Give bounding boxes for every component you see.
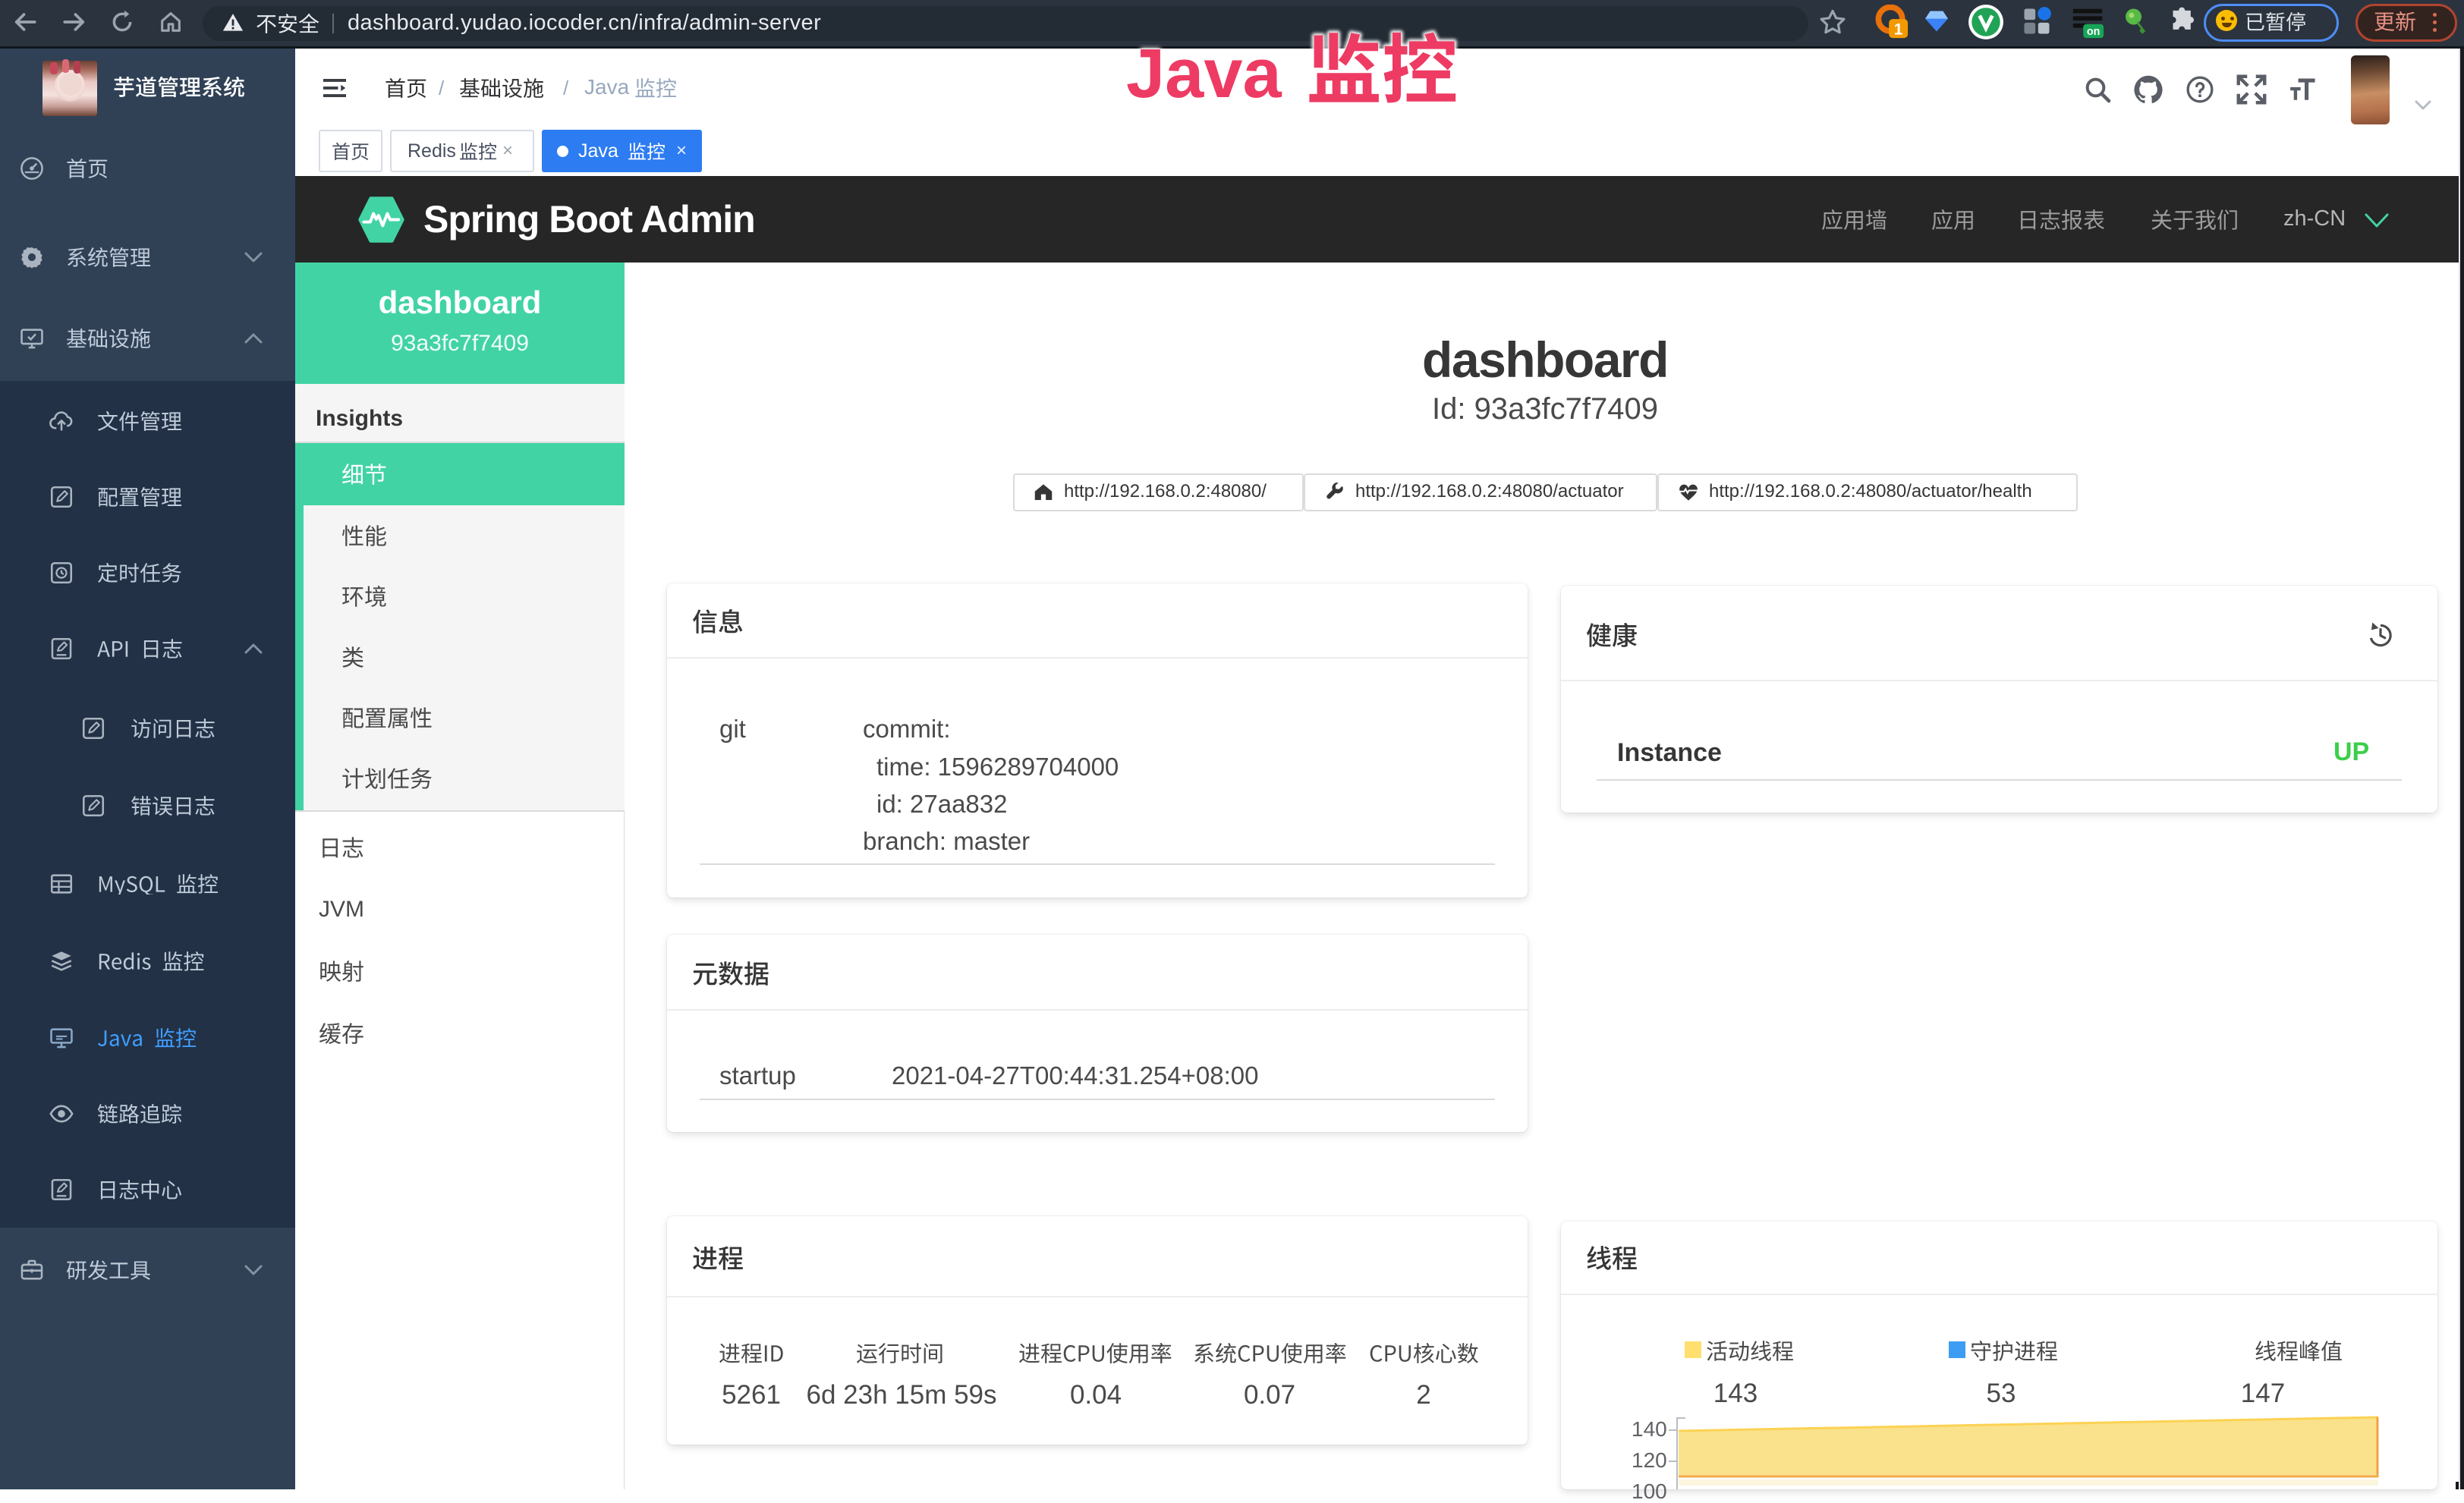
svg-text:on: on — [2087, 26, 2101, 38]
svg-text:1: 1 — [1894, 20, 1903, 38]
